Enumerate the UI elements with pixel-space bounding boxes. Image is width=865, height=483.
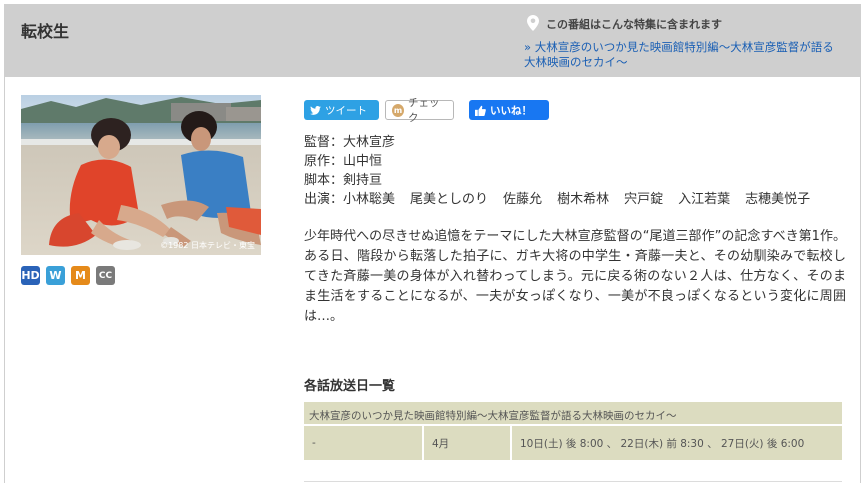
- cc-badge: CC: [96, 266, 115, 285]
- special-feature-link[interactable]: » 大林宣彦のいつか見た映画館特別編～大林宣彦監督が語る大林映画のセカイ～: [524, 40, 844, 70]
- scene-image: [21, 95, 261, 255]
- month-cell: 4月: [424, 426, 512, 460]
- divider: [304, 481, 842, 482]
- hd-badge: HD: [21, 266, 40, 285]
- m-badge: M: [71, 266, 90, 285]
- mixi-check-icon: m: [392, 103, 405, 117]
- cast-member: 小林聡美: [343, 192, 396, 207]
- schedule-title: 各話放送日一覧: [304, 379, 396, 394]
- original-line: 原作：山中恒: [304, 154, 383, 169]
- cast-member: 宍戸錠: [624, 192, 664, 207]
- cast-line: 出演：小林聡美 尾美としのり 佐藤允 樹木希林 宍戸錠 入江若葉 志穂美悦子: [304, 190, 825, 209]
- synopsis-text: 少年時代への尽きせぬ追憶をテーマにした大林宣彦監督の“尾道三部作”の記念すべき第…: [304, 229, 846, 324]
- like-button[interactable]: いいね！: [469, 100, 549, 120]
- cast-member: 佐藤允: [503, 192, 543, 207]
- program-panel: 転校生 この番組はこんな特集に含まれます » 大林宣彦のいつか見た映画館特別編～…: [4, 4, 861, 483]
- screenplay-line: 脚本：剣持亘: [304, 173, 383, 188]
- copyright-caption: ©1982 日本テレビ・東宝: [160, 241, 255, 250]
- wide-badge: W: [46, 266, 65, 285]
- like-label: いいね！: [490, 104, 532, 117]
- check-button[interactable]: m チェック: [385, 97, 454, 124]
- location-pin-icon: [527, 15, 539, 31]
- schedule-table: 大林宣彦のいつか見た映画館特別編～大林宣彦監督が語る大林映画のセカイ～ - 4月…: [304, 402, 842, 460]
- program-header: 転校生 この番組はこんな特集に含まれます » 大林宣彦のいつか見た映画館特別編～…: [5, 5, 860, 77]
- schedule-program-name: 大林宣彦のいつか見た映画館特別編～大林宣彦監督が語る大林映画のセカイ～: [304, 402, 842, 426]
- dates-cell: 10日(土) 後 8:00 、 22日(木) 前 8:30 、 27日(火) 後…: [520, 437, 805, 450]
- cast-member: 入江若葉: [678, 192, 731, 207]
- tweet-button[interactable]: ツイート: [304, 100, 379, 120]
- cast-label: 出演：: [304, 192, 344, 207]
- table-row: - 4月 10日(土) 後 8:00 、 22日(木) 前 8:30 、 27日…: [304, 426, 842, 460]
- program-thumbnail: ©1982 日本テレビ・東宝: [21, 95, 261, 255]
- thumbs-up-icon: [475, 105, 486, 116]
- tweet-label: ツイート: [325, 104, 367, 117]
- director-line: 監督：大林宣彦: [304, 135, 396, 150]
- feature-badges: HD W M CC: [21, 266, 115, 285]
- program-title: 転校生: [21, 22, 70, 41]
- credits-list: 監督：大林宣彦 原作：山中恒 脚本：剣持亘 出演：小林聡美 尾美としのり 佐藤允 樹木…: [304, 133, 825, 209]
- cast-member: 志穂美悦子: [745, 192, 811, 207]
- cast-member: 尾美としのり: [410, 192, 489, 207]
- special-heading: この番組はこんな特集に含まれます: [546, 18, 722, 31]
- check-label: チェック: [408, 97, 440, 124]
- episode-cell: -: [304, 426, 424, 460]
- cast-member: 樹木希林: [557, 192, 610, 207]
- twitter-bird-icon: [310, 105, 321, 115]
- social-buttons: ツイート m チェック いいね！: [304, 97, 549, 124]
